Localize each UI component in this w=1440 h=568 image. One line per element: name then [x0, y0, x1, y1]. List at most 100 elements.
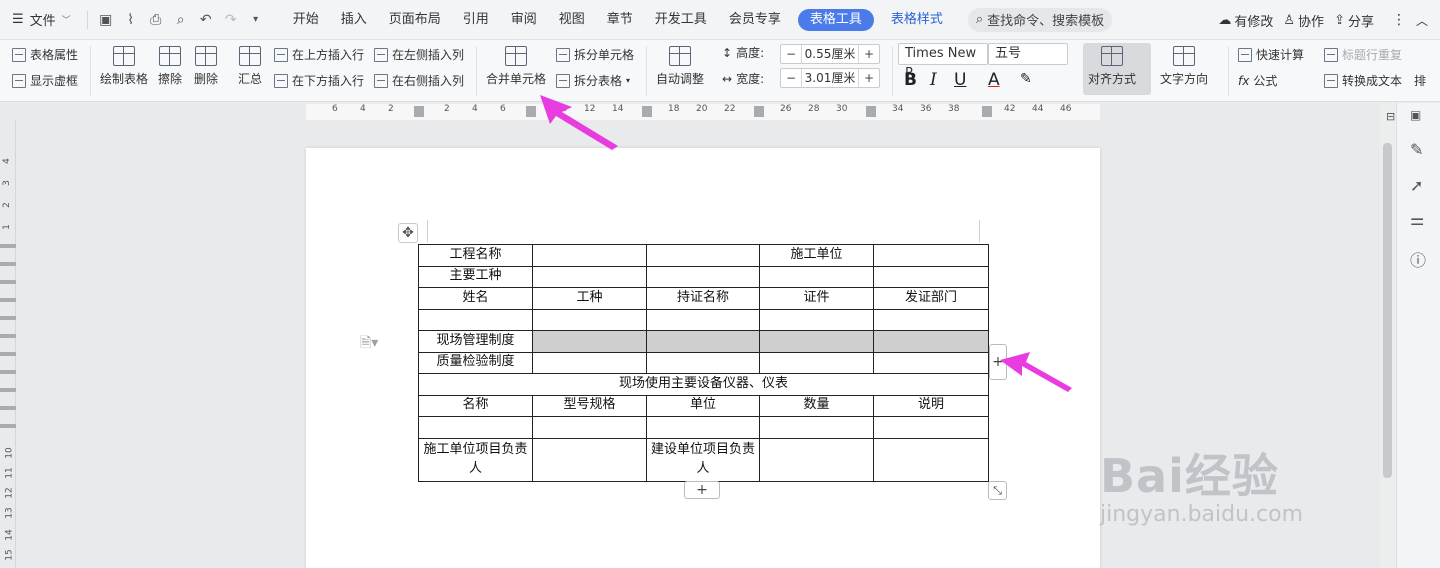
insert-col-right-button[interactable]: 在右侧插入列 [374, 72, 464, 89]
more-vertical-icon[interactable]: ⋮ [1392, 12, 1406, 28]
table-cell[interactable] [418, 308, 533, 331]
row-marker[interactable] [0, 262, 16, 266]
table-cell[interactable] [759, 351, 874, 374]
table-cell[interactable] [646, 308, 760, 331]
table-cell[interactable]: 持证名称 [646, 287, 760, 310]
tab-review[interactable]: 审阅 [500, 0, 548, 40]
table-cell[interactable] [873, 308, 989, 331]
erase-button[interactable]: 擦除 [158, 46, 182, 87]
row-marker[interactable] [0, 352, 16, 356]
column-marker[interactable] [866, 106, 876, 117]
bold-button[interactable]: B [904, 70, 917, 90]
font-name-select[interactable]: Times New R [898, 43, 988, 81]
table-cell[interactable] [873, 244, 989, 267]
summary-button[interactable]: 汇总 [238, 46, 262, 87]
command-search[interactable]: ⌕ 查找命令、搜索模板 [967, 7, 1113, 32]
sidebar-toggle-icon[interactable]: ▣ [1410, 108, 1421, 122]
width-value[interactable]: 3.01厘米 [801, 69, 859, 87]
table-cell[interactable] [532, 308, 647, 331]
table-cell[interactable]: 现场管理制度 [418, 330, 533, 353]
table-cell[interactable] [873, 351, 989, 374]
underline-button[interactable]: U [954, 70, 966, 90]
insert-col-left-button[interactable]: 在左侧插入列 [374, 46, 464, 63]
table-properties-button[interactable]: 表格属性 [12, 46, 78, 63]
height-decrease-button[interactable]: − [781, 47, 801, 61]
column-marker[interactable] [982, 106, 992, 117]
column-marker[interactable] [754, 106, 764, 117]
edit-pen-icon[interactable]: ✎ [1410, 140, 1423, 159]
italic-button[interactable]: I [930, 70, 937, 90]
scroll-top-icon[interactable]: ⊟ [1386, 110, 1395, 123]
table-cell[interactable]: 施工单位 [759, 244, 874, 267]
tab-table-styles[interactable]: 表格样式 [880, 0, 954, 40]
column-marker[interactable] [642, 106, 652, 117]
selected-cell[interactable] [646, 330, 760, 353]
table-cell[interactable]: 工种 [532, 287, 647, 310]
table-cell[interactable]: 名称 [418, 394, 533, 417]
split-table-button[interactable]: 拆分表格 ▾ [556, 72, 630, 89]
row-marker[interactable] [0, 298, 16, 302]
table-cell[interactable] [646, 351, 760, 374]
tab-developer[interactable]: 开发工具 [644, 0, 718, 40]
font-size-select[interactable]: 五号 [988, 43, 1068, 65]
table-cell[interactable]: 数量 [759, 394, 874, 417]
tab-page-layout[interactable]: 页面布局 [378, 0, 452, 40]
table-cell[interactable] [532, 265, 647, 288]
row-marker[interactable] [0, 280, 16, 284]
table-cell[interactable] [873, 416, 989, 439]
share-button[interactable]: ⇪ 分享 [1334, 11, 1374, 30]
repeat-header-button[interactable]: 标题行重复 [1324, 46, 1402, 63]
delete-button[interactable]: 删除 [194, 46, 218, 87]
help-icon[interactable]: ⓘ [1410, 247, 1426, 271]
table-cell[interactable]: 质量检验制度 [418, 351, 533, 374]
paragraph-icon[interactable]: 🗎▾ [360, 332, 378, 356]
collab-button[interactable]: ♙ 协作 [1283, 11, 1324, 30]
table-cell[interactable]: 建设单位项目负责人 [646, 437, 760, 482]
tab-references[interactable]: 引用 [452, 0, 500, 40]
format-painter-icon[interactable]: ⌇ [123, 12, 139, 28]
print-preview-icon[interactable]: ⌕ [173, 12, 189, 28]
table-cell[interactable] [646, 265, 760, 288]
row-marker[interactable] [0, 370, 16, 374]
arrange-button[interactable]: 排 [1414, 72, 1426, 89]
table-cell[interactable] [532, 244, 647, 267]
font-color-button[interactable]: A [988, 70, 1000, 90]
selected-cell[interactable] [873, 330, 989, 353]
selected-cell[interactable] [759, 330, 874, 353]
tab-table-tools[interactable]: 表格工具 [797, 8, 874, 31]
width-increase-button[interactable]: + [859, 71, 879, 85]
more-quick-icon[interactable]: ▾ [248, 12, 264, 28]
tab-home[interactable]: 开始 [282, 0, 330, 40]
convert-text-button[interactable]: 转换成文本 [1324, 72, 1402, 89]
table-cell[interactable] [532, 416, 647, 439]
table-resize-handle[interactable]: ⤡ [988, 481, 1007, 500]
column-marker[interactable] [526, 106, 536, 117]
table-cell[interactable] [759, 265, 874, 288]
tab-chapter[interactable]: 章节 [596, 0, 644, 40]
insert-row-below-button[interactable]: 在下方插入行 [274, 72, 364, 89]
height-value[interactable]: 0.55厘米 [801, 45, 859, 63]
table-cell[interactable]: 主要工种 [418, 265, 533, 288]
modified-button[interactable]: ☁ 有修改 [1218, 11, 1273, 30]
highlight-icon[interactable]: ✎ [1020, 71, 1032, 87]
height-increase-button[interactable]: + [859, 47, 879, 61]
print-icon[interactable]: ⎙ [148, 12, 164, 28]
save-icon[interactable]: ▣ [98, 12, 114, 28]
merge-cells-button[interactable]: 合并单元格 [486, 46, 546, 87]
table-cell[interactable] [646, 416, 760, 439]
row-marker[interactable] [0, 406, 16, 410]
sliders-icon[interactable]: ⚌ [1410, 210, 1424, 229]
table-cell[interactable] [759, 437, 874, 482]
undo-icon[interactable]: ↶ [198, 12, 214, 28]
draw-table-button[interactable]: 绘制表格 [100, 46, 148, 87]
formula-button[interactable]: fx 公式 [1238, 72, 1277, 89]
table-cell[interactable]: 单位 [646, 394, 760, 417]
document-table[interactable]: 工程名称 施工单位 主要工种 姓名 工种 持证名称 证件 发证部门 现场管理制度… [418, 244, 989, 482]
width-decrease-button[interactable]: − [781, 71, 801, 85]
merged-cell[interactable]: 现场使用主要设备仪器、仪表 [418, 373, 989, 396]
row-marker[interactable] [0, 334, 16, 338]
row-marker[interactable] [0, 424, 16, 428]
height-stepper[interactable]: − 0.55厘米 + [780, 44, 880, 64]
table-cell[interactable]: 型号规格 [532, 394, 647, 417]
pointer-icon[interactable]: ➚ [1410, 176, 1423, 195]
